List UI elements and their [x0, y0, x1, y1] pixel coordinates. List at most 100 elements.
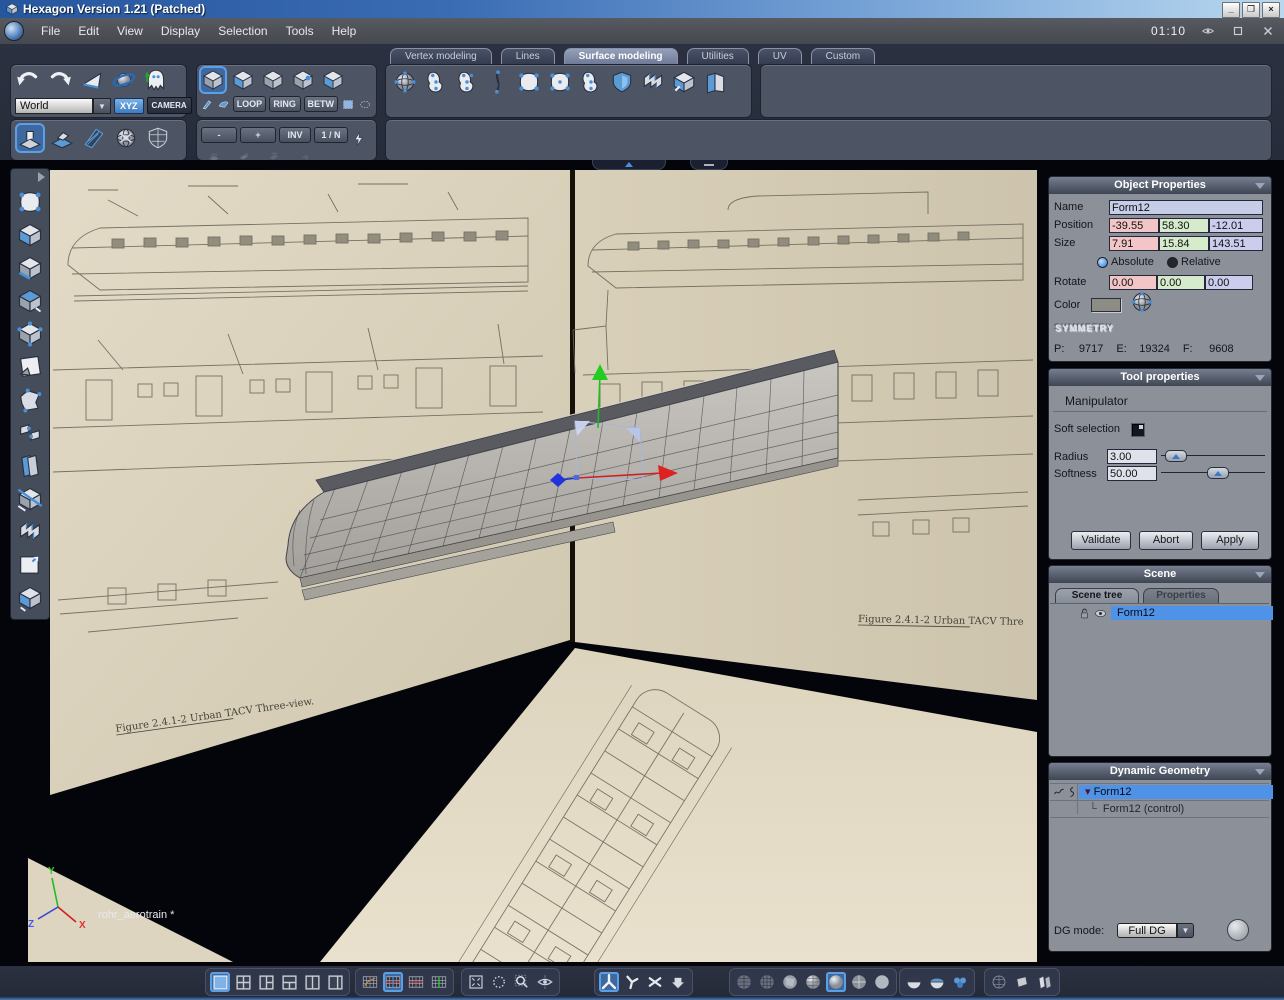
- grid-persp-icon[interactable]: [360, 972, 380, 992]
- lathe-tool-icon[interactable]: [454, 69, 480, 95]
- fold-surface-icon[interactable]: [702, 69, 728, 95]
- close-scene-icon[interactable]: [1260, 24, 1276, 38]
- cylinder-caps-icon[interactable]: [1012, 972, 1032, 992]
- grid-front-icon[interactable]: [406, 972, 426, 992]
- wire-sphere-icon[interactable]: [734, 972, 754, 992]
- tab-vertex-modeling[interactable]: Vertex modeling: [390, 48, 492, 64]
- dg-mode-dropdown[interactable]: Full DG ▼: [1117, 923, 1194, 938]
- tab-uv[interactable]: UV: [757, 48, 802, 64]
- cut-cube-tool-icon[interactable]: [14, 483, 46, 515]
- collapse-triangle-icon[interactable]: [1255, 572, 1265, 578]
- matte-sphere-icon[interactable]: [872, 972, 892, 992]
- smooth-cube-tool-icon[interactable]: [14, 582, 46, 614]
- position-y-input[interactable]: [1159, 218, 1209, 233]
- lock-icon[interactable]: [1077, 606, 1092, 621]
- rotate-y-input[interactable]: [1157, 275, 1205, 290]
- shield-wire-tool-icon[interactable]: [143, 123, 173, 153]
- menu-edit[interactable]: Edit: [78, 24, 99, 38]
- color-swatch[interactable]: [1091, 298, 1121, 312]
- orient-cone-icon[interactable]: [79, 67, 105, 93]
- radius-slider[interactable]: [1161, 449, 1265, 462]
- xyz-button[interactable]: XYZ: [114, 97, 144, 114]
- stamp-plane-tool-icon[interactable]: [14, 351, 46, 383]
- polygon-surface-tool-icon[interactable]: [14, 186, 46, 218]
- patch-corner-icon[interactable]: [516, 69, 542, 95]
- scene-tree-item[interactable]: Form12: [1111, 606, 1273, 620]
- menu-tools[interactable]: Tools: [286, 24, 314, 38]
- wire-shade-icon[interactable]: [803, 972, 823, 992]
- relative-radio[interactable]: [1167, 257, 1178, 268]
- layout-3-left-icon[interactable]: [256, 972, 276, 992]
- softness-input[interactable]: [1107, 466, 1157, 481]
- dg-mode-arrow-icon[interactable]: ▼: [1177, 923, 1194, 938]
- layout-3-top-icon[interactable]: [279, 972, 299, 992]
- select-grow-button[interactable]: +: [240, 127, 276, 143]
- toolbar-minimize-handle[interactable]: [690, 160, 728, 170]
- manipulator-3d-icon[interactable]: [599, 972, 619, 992]
- fit-view-icon[interactable]: [466, 972, 486, 992]
- panel-toggle-icon[interactable]: [1230, 24, 1246, 38]
- lasso-select-icon[interactable]: [217, 97, 230, 111]
- dg-child-item[interactable]: └ Form12 (control): [1089, 803, 1184, 815]
- camera-button[interactable]: CAMERA: [146, 97, 192, 114]
- radius-input[interactable]: [1107, 449, 1157, 464]
- pan-view-icon[interactable]: [489, 972, 509, 992]
- tool-column-expand-button[interactable]: [11, 169, 49, 185]
- loop-button[interactable]: LOOP: [233, 96, 266, 112]
- absolute-radio[interactable]: [1097, 257, 1108, 268]
- marquee-ellipse-icon[interactable]: [358, 98, 372, 111]
- menu-view[interactable]: View: [117, 24, 143, 38]
- layered-surface-tool-icon[interactable]: [14, 450, 46, 482]
- layout-2-vert-icon[interactable]: [302, 972, 322, 992]
- layout-quad-icon[interactable]: [233, 972, 253, 992]
- select-face-cube-icon[interactable]: [229, 66, 257, 94]
- rotate-z-input[interactable]: [1205, 275, 1253, 290]
- visibility-eye-icon[interactable]: [1093, 606, 1108, 621]
- tube-tool-icon[interactable]: [423, 69, 449, 95]
- rotate-x-input[interactable]: [1109, 275, 1157, 290]
- position-x-input[interactable]: [1109, 218, 1159, 233]
- apply-button[interactable]: Apply: [1201, 531, 1259, 550]
- radius-slider-thumb[interactable]: [1165, 450, 1187, 462]
- curve-extrude-icon[interactable]: [485, 69, 511, 95]
- lightning-icon[interactable]: [351, 122, 367, 148]
- world-sphere-icon[interactable]: [111, 67, 137, 93]
- select-edge-cube-icon[interactable]: [259, 66, 287, 94]
- menu-file[interactable]: File: [41, 24, 60, 38]
- backface-icon[interactable]: [904, 972, 924, 992]
- drop-axis-icon[interactable]: [668, 972, 688, 992]
- name-input[interactable]: [1109, 200, 1263, 215]
- abort-button[interactable]: Abort: [1139, 531, 1193, 550]
- paint-select-icon[interactable]: [201, 97, 214, 111]
- tab-lines[interactable]: Lines: [500, 48, 555, 64]
- backface-blue-icon[interactable]: [927, 972, 947, 992]
- undo-icon[interactable]: [15, 67, 41, 93]
- fold-band-tool-icon[interactable]: [14, 516, 46, 548]
- patch-tool-icon[interactable]: [547, 69, 573, 95]
- tab-custom[interactable]: Custom: [810, 48, 876, 64]
- dg-wave-icon[interactable]: [1053, 786, 1065, 798]
- minimize-button[interactable]: _: [1222, 2, 1240, 18]
- tab-utilities[interactable]: Utilities: [686, 48, 749, 64]
- thickness-tool-icon[interactable]: [14, 252, 46, 284]
- collapse-triangle-icon[interactable]: [1255, 769, 1265, 775]
- erase-tool-icon[interactable]: [47, 123, 77, 153]
- wire-overlay-icon[interactable]: [849, 972, 869, 992]
- marquee-rect-icon[interactable]: [341, 98, 355, 111]
- corner-pull-tool-icon[interactable]: [14, 549, 46, 581]
- select-one-n-button[interactable]: 1 / N: [314, 127, 348, 143]
- size-z-input[interactable]: [1209, 236, 1263, 251]
- smooth-shield-icon[interactable]: [609, 69, 635, 95]
- deform-patch-tool-icon[interactable]: [14, 384, 46, 416]
- size-x-input[interactable]: [1109, 236, 1159, 251]
- curl-surface-icon[interactable]: [578, 69, 604, 95]
- delete-wire-tool-icon[interactable]: [111, 123, 141, 153]
- properties-tab[interactable]: Properties: [1143, 588, 1219, 603]
- ghost-dg-icon[interactable]: [143, 67, 169, 93]
- control-sphere-icon[interactable]: [392, 69, 418, 95]
- select-object-cube-icon[interactable]: [199, 66, 227, 94]
- dg-root-item[interactable]: ▾ Form12: [1079, 785, 1273, 799]
- symmetry-button[interactable]: SYMMETRY: [1055, 323, 1114, 333]
- zoom-box-icon[interactable]: [512, 972, 532, 992]
- double-sided-icon[interactable]: [1035, 972, 1055, 992]
